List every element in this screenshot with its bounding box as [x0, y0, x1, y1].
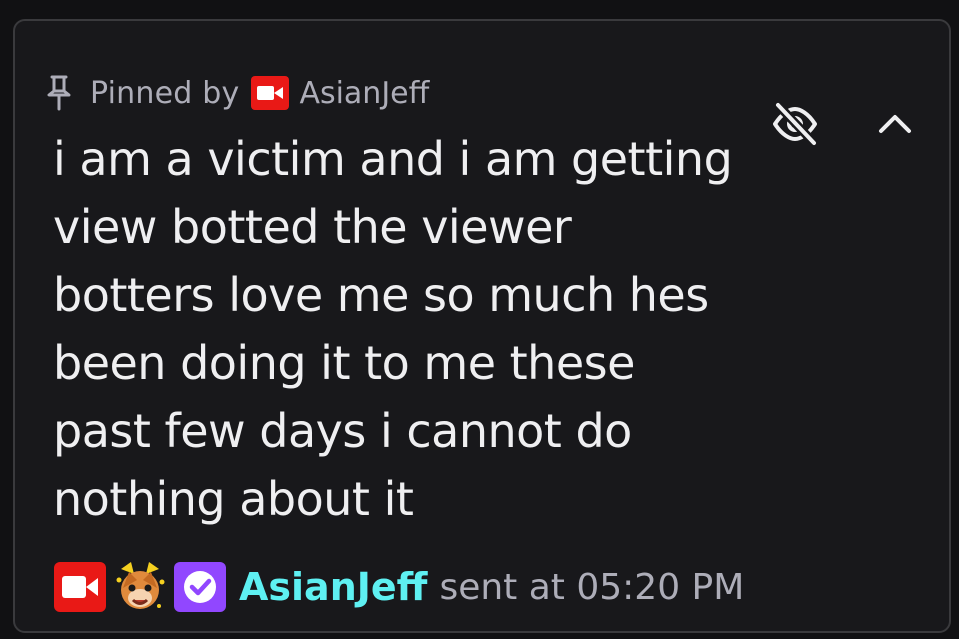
eye-slash-icon	[770, 101, 820, 151]
sent-timestamp: sent at 05:20 PM	[439, 566, 745, 608]
message-footer: AsianJeff sent at 05:20 PM	[53, 558, 744, 616]
chevron-up-icon	[875, 109, 915, 143]
pinned-message-text: i am a victim and i am getting view bott…	[53, 132, 733, 526]
collapse-pin-button[interactable]	[867, 101, 923, 151]
broadcaster-camera-icon	[251, 76, 290, 110]
pin-icon	[46, 73, 72, 113]
chat-panel: Pinned by AsianJeff i am a victim and i …	[0, 0, 959, 639]
sender-username[interactable]: AsianJeff	[239, 565, 427, 609]
pinned-message-card: Pinned by AsianJeff i am a victim and i …	[13, 19, 951, 633]
pinned-by-label: Pinned by	[90, 75, 240, 111]
verified-check-icon[interactable]	[173, 560, 227, 614]
broadcaster-camera-icon[interactable]	[53, 560, 107, 614]
pinned-by-username[interactable]: AsianJeff	[299, 76, 429, 111]
pin-controls	[767, 101, 923, 151]
pin-header: Pinned by AsianJeff	[46, 71, 429, 115]
hide-pin-button[interactable]	[767, 101, 823, 151]
cat-emote-icon[interactable]	[113, 560, 167, 614]
